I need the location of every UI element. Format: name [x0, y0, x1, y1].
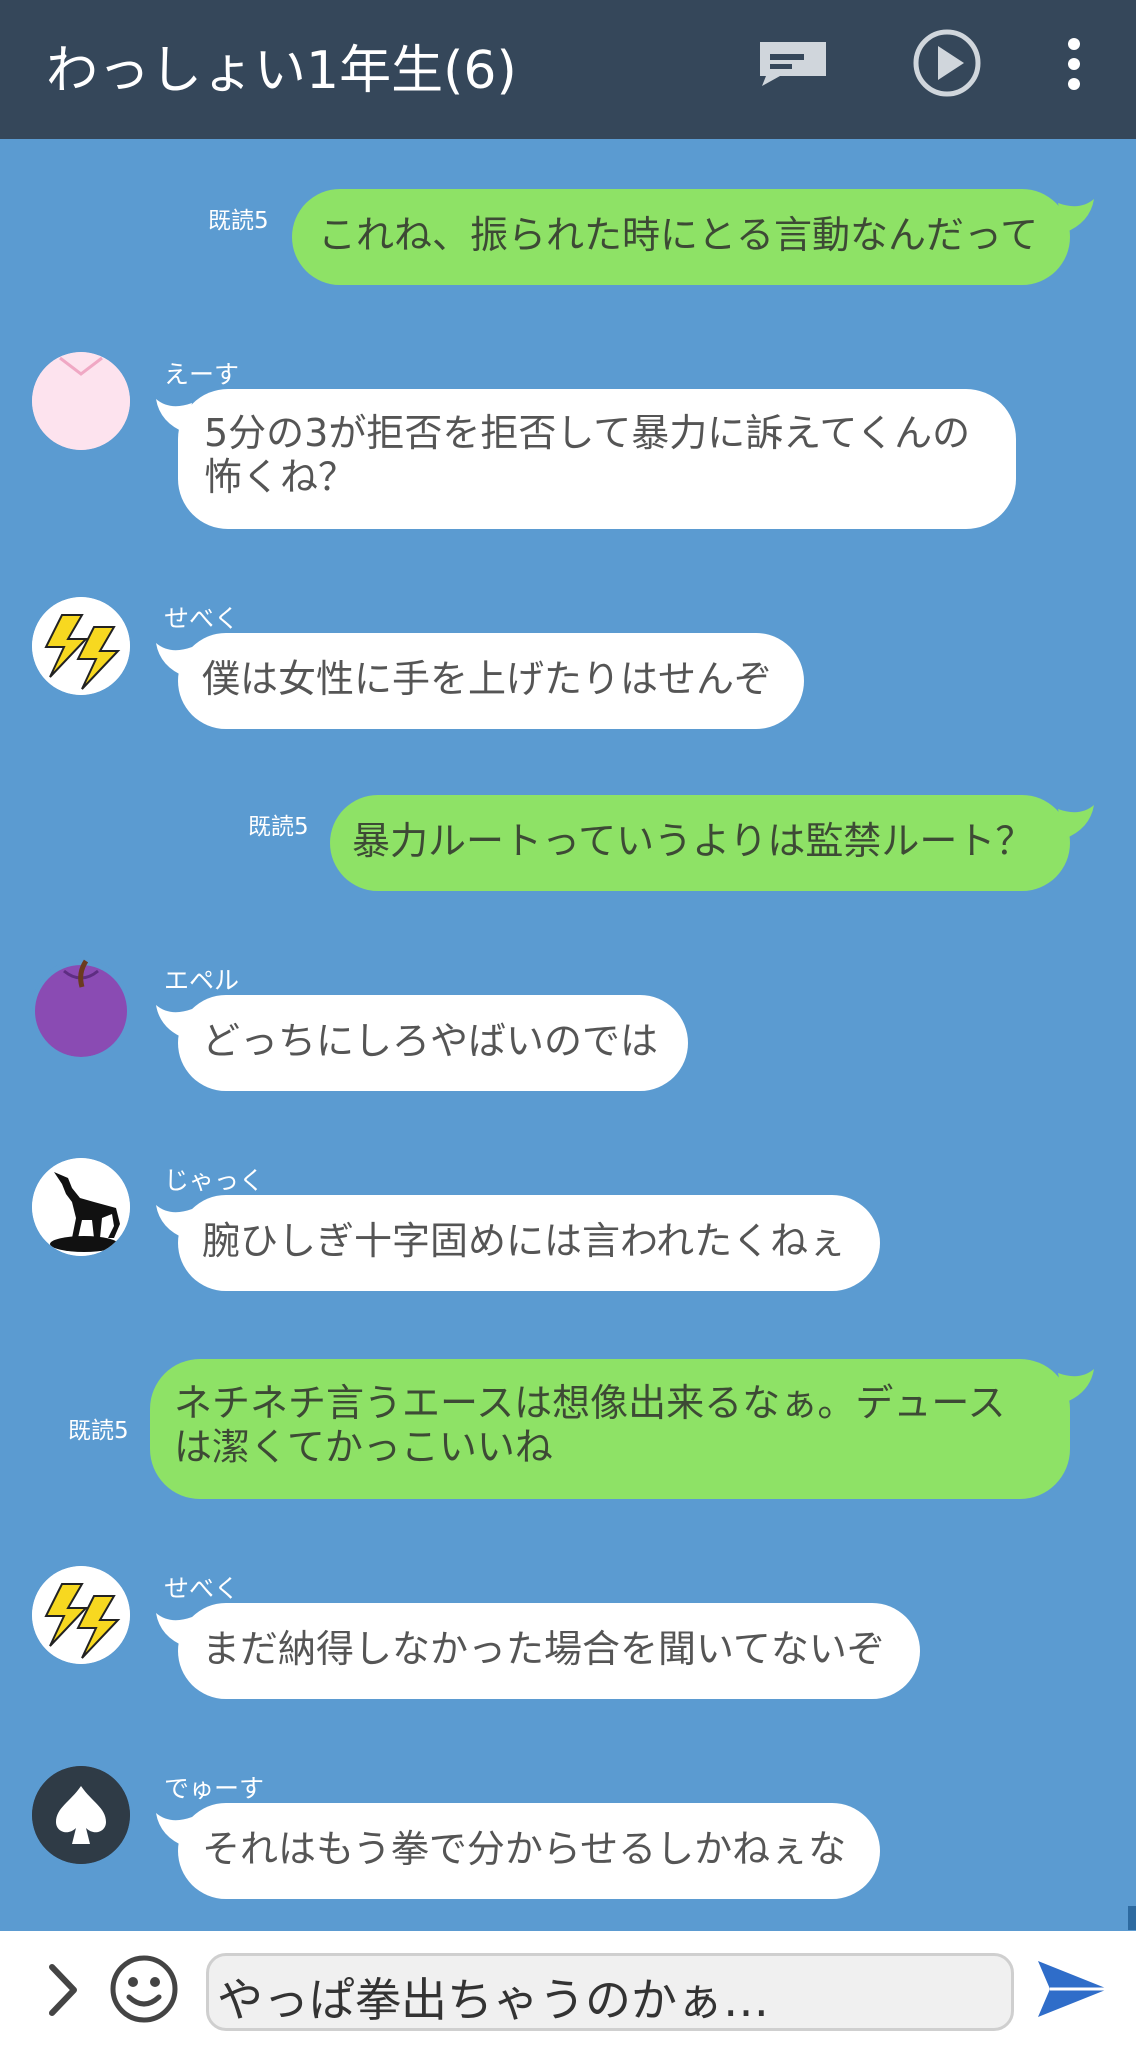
play-icon[interactable]	[912, 28, 982, 98]
sender-name: でゅーす	[164, 1774, 265, 1803]
message-input-bar: やっぱ拳出ちゃうのかぁ…	[0, 1931, 1136, 2048]
send-icon[interactable]	[1034, 1957, 1112, 2021]
scroll-indicator[interactable]	[1128, 1906, 1136, 1930]
message-text: 僕は女性に手を上げたりはせんぞ	[202, 657, 773, 701]
message-text: ネチネチ言うエースは想像出来るなぁ。デュース	[174, 1381, 1006, 1425]
sender-name: えーす	[164, 360, 240, 389]
message-text: 5分の3が拒否を拒否して暴力に訴えてくんの	[204, 411, 971, 455]
message-text: 腕ひしぎ十字固めには言われたくねぇ	[202, 1219, 847, 1263]
incoming-message-bubble[interactable]: どっちにしろやばいのでは	[178, 995, 688, 1091]
incoming-message-bubble[interactable]: まだ納得しなかった場合を聞いてないぞ	[178, 1603, 920, 1699]
sender-name: せべく	[164, 604, 240, 633]
incoming-message-bubble[interactable]: それはもう拳で分からせるしかねぇな	[178, 1803, 880, 1899]
outgoing-message-bubble[interactable]: 暴力ルートっていうよりは監禁ルート？	[330, 795, 1070, 891]
bubble-tail	[1058, 1369, 1094, 1403]
bubble-tail	[1058, 805, 1094, 839]
notes-icon[interactable]	[756, 38, 830, 88]
outgoing-message-bubble[interactable]: ネチネチ言うエースは想像出来るなぁ。デュース は潔くてかっこいいね	[150, 1359, 1070, 1499]
sender-name: せべく	[164, 1574, 240, 1603]
chevron-right-icon[interactable]	[44, 1961, 84, 2019]
message-input[interactable]: やっぱ拳出ちゃうのかぁ…	[206, 1953, 1014, 2031]
read-receipt: 既読5	[68, 1418, 129, 1444]
chat-title: わっしょい1年生(6)	[46, 41, 517, 101]
read-receipt: 既読5	[208, 208, 269, 234]
message-text: まだ納得しなかった場合を聞いてないぞ	[202, 1627, 885, 1671]
lightning-avatar[interactable]	[32, 597, 130, 695]
emoji-icon[interactable]	[108, 1953, 180, 2025]
message-text: 怖くね？	[204, 455, 357, 499]
chat-header: わっしょい1年生(6)	[0, 0, 1136, 139]
message-text: これね、振られた時にとる言動なんだって	[318, 213, 1039, 257]
message-input-value: やっぱ拳出ちゃうのかぁ…	[217, 1973, 769, 2027]
bubble-tail	[1058, 199, 1094, 233]
message-list[interactable]: 既読5 これね、振られた時にとる言動なんだって えーす 5分の3が拒否を拒否して…	[0, 139, 1136, 1931]
message-text: は潔くてかっこいいね	[174, 1425, 553, 1469]
read-receipt: 既読5	[248, 814, 309, 840]
wolf-avatar[interactable]	[32, 1158, 130, 1256]
purple-apple-avatar[interactable]	[32, 959, 130, 1057]
incoming-message-bubble[interactable]: 5分の3が拒否を拒否して暴力に訴えてくんの 怖くね？	[178, 389, 1016, 529]
lightning-avatar[interactable]	[32, 1566, 130, 1664]
incoming-message-bubble[interactable]: 腕ひしぎ十字固めには言われたくねぇ	[178, 1195, 880, 1291]
message-text: 暴力ルートっていうよりは監禁ルート？	[352, 819, 1034, 863]
incoming-message-bubble[interactable]: 僕は女性に手を上げたりはせんぞ	[178, 633, 804, 729]
sender-name: じゃっく	[164, 1166, 265, 1195]
outgoing-message-bubble[interactable]: これね、振られた時にとる言動なんだって	[292, 189, 1070, 285]
spade-avatar[interactable]	[32, 1766, 130, 1864]
pink-heart-avatar[interactable]	[32, 352, 130, 450]
message-text: それはもう拳で分からせるしかねぇな	[202, 1827, 847, 1871]
sender-name: エペル	[164, 966, 240, 995]
message-text: どっちにしろやばいのでは	[202, 1019, 659, 1063]
more-vert-icon[interactable]	[1064, 36, 1084, 92]
